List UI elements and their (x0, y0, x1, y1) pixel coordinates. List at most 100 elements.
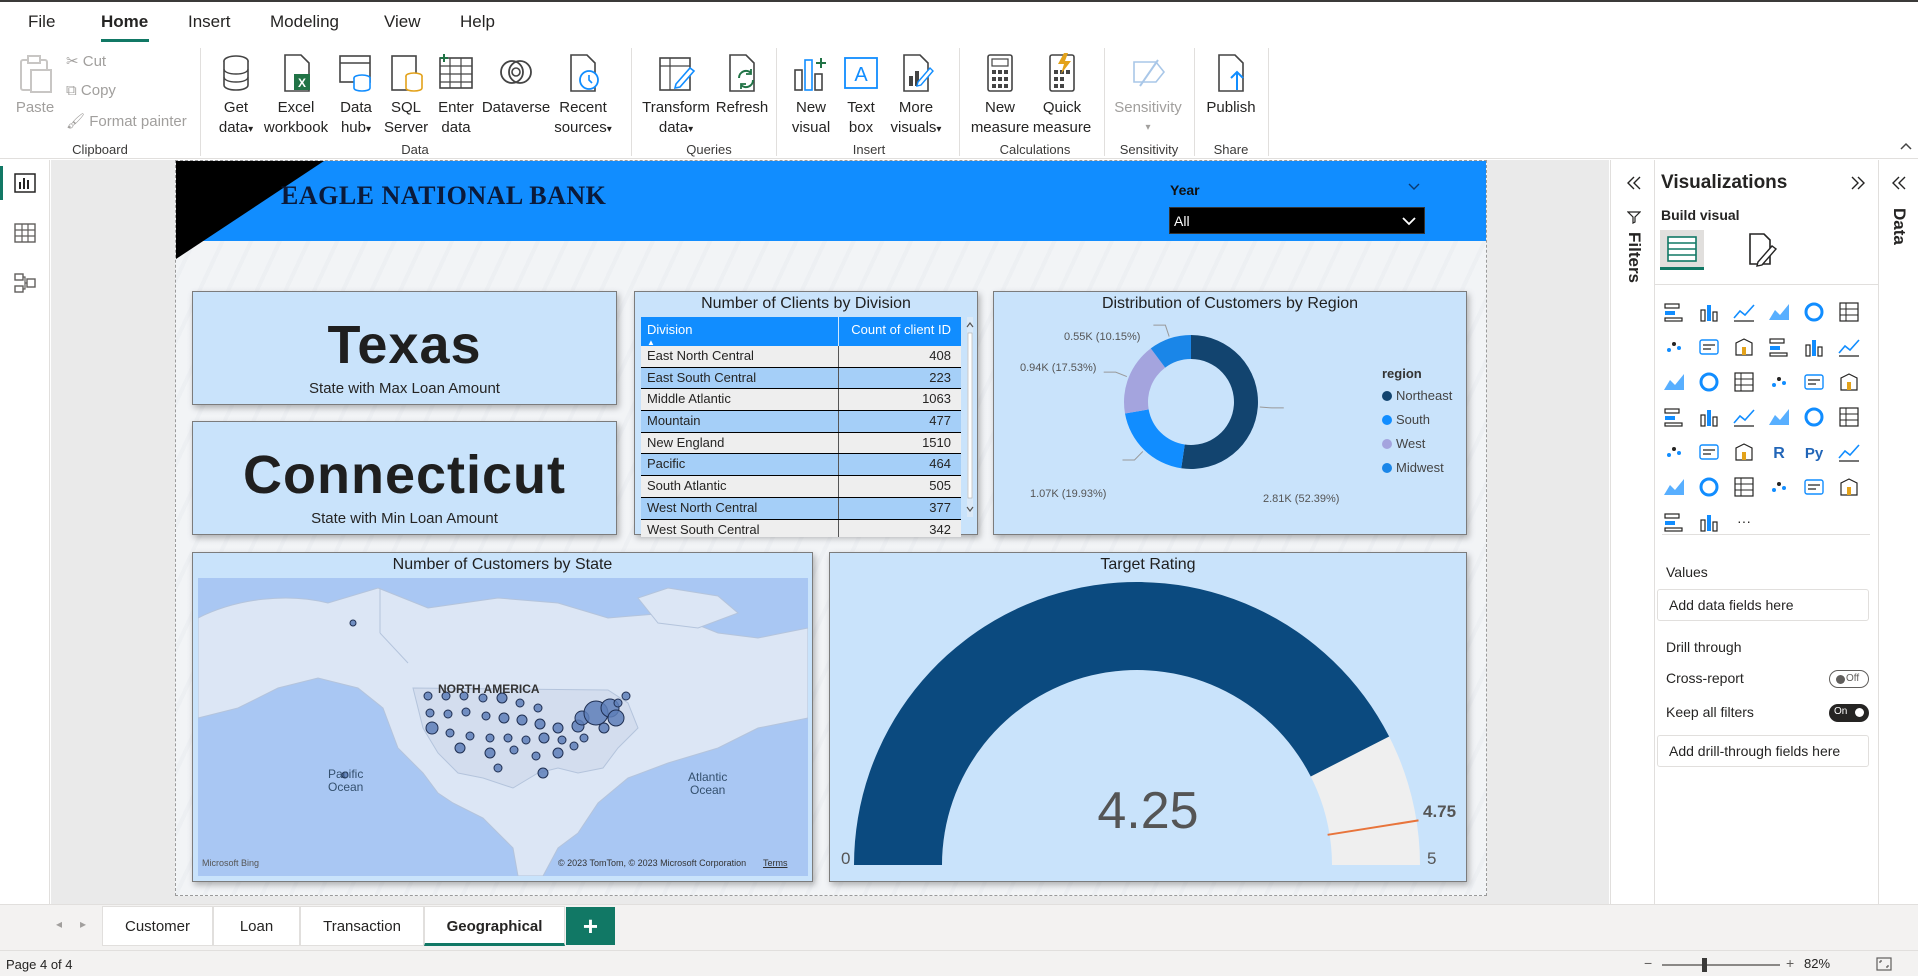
scatter-visual-icon[interactable] (1732, 370, 1756, 394)
clients-table[interactable]: Division ▲ Count of client ID East North … (641, 317, 961, 537)
state-bubble[interactable] (538, 732, 550, 744)
customers-by-state-map-card[interactable]: Number of Customers by State NORTH AMERI… (192, 552, 813, 882)
menu-file[interactable]: File (28, 12, 55, 32)
state-bubble[interactable] (509, 745, 519, 755)
table-row[interactable]: Mountain 477 (641, 411, 961, 433)
state-bubble[interactable] (503, 733, 513, 743)
paginated-visual-icon[interactable] (1732, 475, 1756, 499)
state-bubble[interactable] (552, 722, 564, 734)
region-distribution-donut-card[interactable]: Distribution of Customers by Region 0.55… (993, 291, 1467, 535)
state-bubble[interactable] (607, 709, 625, 727)
100-column-visual-icon[interactable] (1837, 300, 1861, 324)
sql-server-button[interactable]: SQL Server (384, 52, 428, 138)
clustered-column-visual-icon[interactable] (1767, 300, 1791, 324)
values-well[interactable]: Add data fields here (1657, 589, 1869, 621)
publish-button[interactable]: Publish (1202, 52, 1260, 118)
bubble-map[interactable]: NORTH AMERICA Pacific Ocean Atlantic Ocean… (198, 578, 808, 876)
expand-filters-icon[interactable] (1626, 176, 1642, 190)
ribbon-visual-icon[interactable] (1837, 335, 1861, 359)
state-bubble[interactable] (484, 747, 496, 759)
add-page-button[interactable]: + (566, 907, 615, 945)
state-bubble[interactable] (454, 742, 466, 754)
recent-sources-button[interactable]: Recent sources▾ (552, 52, 614, 140)
format-painter-button[interactable]: 🖌 Format painter (66, 112, 187, 130)
state-bubble[interactable] (465, 731, 475, 741)
drill-through-well[interactable]: Add drill-through fields here (1657, 735, 1869, 767)
menu-view[interactable]: View (384, 12, 421, 32)
card-visual-icon[interactable] (1767, 405, 1791, 429)
r-visual-visual-icon[interactable]: R (1767, 440, 1791, 464)
metrics-visual-icon[interactable] (1802, 475, 1826, 499)
filters-pane-label[interactable]: Filters (1620, 232, 1644, 283)
state-bubble[interactable] (534, 718, 546, 730)
dataverse-button[interactable]: Dataverse (480, 52, 552, 118)
donut-visual-icon[interactable] (1802, 370, 1826, 394)
year-slicer-dropdown[interactable]: All (1169, 207, 1425, 234)
state-bubble[interactable] (533, 703, 543, 713)
decomp-tree-visual-icon[interactable] (1662, 475, 1686, 499)
state-bubble[interactable] (552, 747, 564, 759)
state-bubble[interactable] (445, 728, 455, 738)
state-bubble[interactable] (461, 707, 471, 717)
python-visual-visual-icon[interactable]: Py (1802, 440, 1826, 464)
state-bubble[interactable] (425, 721, 439, 735)
chevron-down-icon[interactable] (1408, 183, 1420, 191)
state-bubble[interactable] (349, 619, 357, 627)
more-visual-icon[interactable]: ··· (1732, 510, 1756, 534)
paste-button[interactable]: Paste (14, 52, 56, 118)
table-scrollbar[interactable] (965, 317, 975, 517)
build-visual-tab[interactable] (1660, 230, 1704, 270)
pie-visual-icon[interactable] (1767, 370, 1791, 394)
new-measure-button[interactable]: New measure (970, 52, 1030, 138)
gauge-visual-icon[interactable] (1732, 405, 1756, 429)
cross-report-toggle[interactable]: Off (1829, 670, 1869, 688)
data-pane-label[interactable]: Data (1885, 208, 1909, 245)
zoom-slider-thumb[interactable] (1702, 958, 1707, 972)
table-row[interactable]: East South Central 223 (641, 367, 961, 390)
kpi-card-max-loan[interactable]: Texas State with Max Loan Amount (192, 291, 617, 405)
map-terms-link[interactable]: Terms (763, 858, 788, 868)
menu-insert[interactable]: Insert (188, 12, 231, 32)
collapse-ribbon-icon[interactable] (1900, 142, 1912, 150)
smart-narrative-visual-icon[interactable] (1767, 475, 1791, 499)
page-tab-transaction[interactable]: Transaction (300, 906, 424, 946)
state-bubble[interactable] (425, 708, 435, 718)
new-visual-button[interactable]: New visual (788, 52, 834, 138)
filled-map-visual-icon[interactable] (1697, 405, 1721, 429)
data-hub-button[interactable]: Data hub▾ (334, 52, 378, 140)
donut-slice-northeast[interactable] (1181, 335, 1258, 469)
area-visual-icon[interactable] (1697, 335, 1721, 359)
waterfall-visual-icon[interactable] (1662, 370, 1686, 394)
line-clustered-visual-icon[interactable] (1802, 335, 1826, 359)
legend-item-northeast[interactable]: Northeast (1382, 388, 1452, 403)
quick-measure-button[interactable]: Quick measure (1030, 52, 1094, 138)
report-view-icon[interactable] (13, 172, 37, 194)
line-visual-icon[interactable] (1662, 335, 1686, 359)
keep-all-filters-toggle[interactable]: On (1829, 704, 1869, 722)
clients-by-division-table-card[interactable]: Number of Clients by Division Division ▲ … (634, 291, 978, 537)
refresh-button[interactable]: Refresh (714, 52, 770, 118)
stacked-column-visual-icon[interactable] (1697, 300, 1721, 324)
key-influencers-visual-icon[interactable] (1837, 440, 1861, 464)
table-view-icon[interactable] (13, 222, 37, 244)
fit-to-page-icon[interactable] (1876, 957, 1892, 971)
state-bubble[interactable] (569, 741, 579, 751)
state-bubble[interactable] (481, 711, 491, 721)
scroll-left-icon[interactable]: ◂ (56, 917, 62, 931)
zoom-slider[interactable] (1662, 964, 1780, 966)
state-bubble[interactable] (621, 691, 631, 701)
state-bubble[interactable] (531, 751, 541, 761)
target-rating-gauge-card[interactable]: Target Rating 4.25 0 5 4.75 (829, 552, 1467, 882)
legend-item-south[interactable]: South (1382, 412, 1452, 427)
qa-visual-icon[interactable] (1697, 475, 1721, 499)
map-visual-icon[interactable] (1662, 405, 1686, 429)
table-row[interactable]: East North Central 408 (641, 346, 961, 368)
data-pane-collapsed[interactable] (1878, 160, 1918, 904)
excel-workbook-button[interactable]: X Excel workbook (262, 52, 330, 138)
power-apps-visual-icon[interactable] (1662, 510, 1686, 534)
get-data-button[interactable]: Get data▾ (210, 52, 262, 140)
column-header-division[interactable]: Division ▲ (641, 317, 839, 347)
multi-row-card-visual-icon[interactable] (1802, 405, 1826, 429)
matrix-visual-icon[interactable] (1732, 440, 1756, 464)
legend-item-west[interactable]: West (1382, 436, 1452, 451)
